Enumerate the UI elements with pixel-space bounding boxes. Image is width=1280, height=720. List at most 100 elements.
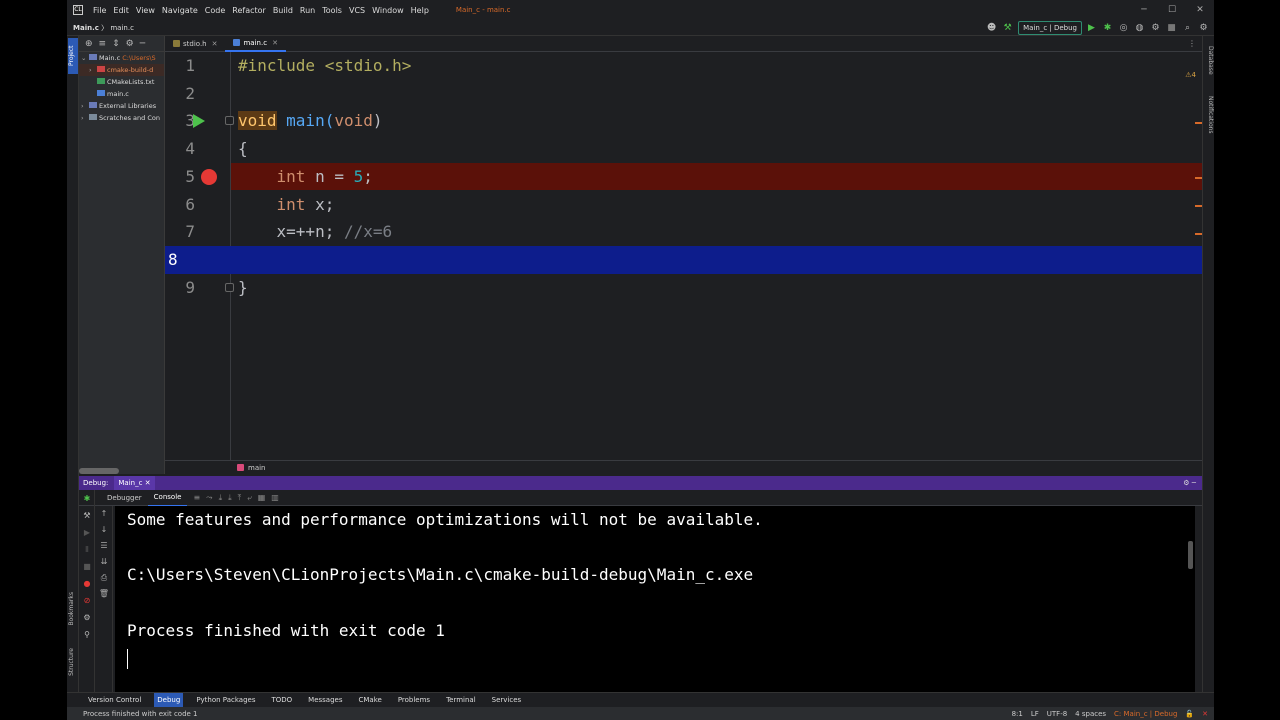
collapse-all-icon[interactable]: ⇕ xyxy=(112,39,120,49)
project-horizontal-scrollbar[interactable] xyxy=(79,468,119,474)
database-tool-button[interactable]: Database xyxy=(1204,46,1214,75)
close-icon[interactable]: ✕ xyxy=(272,35,278,51)
menu-tools[interactable]: Tools xyxy=(322,6,342,15)
tool-terminal[interactable]: Terminal xyxy=(443,693,479,708)
breadcrumb-project[interactable]: Main.c xyxy=(73,24,99,32)
step-into-my-code-icon[interactable]: ⤓ xyxy=(228,493,232,503)
console-input-line[interactable] xyxy=(127,644,1195,672)
notifications-tool-button[interactable]: Notifications xyxy=(1204,96,1214,134)
tab-stdio-h[interactable]: stdio.h ✕ xyxy=(165,36,225,52)
stripe-mark[interactable] xyxy=(1195,205,1202,207)
menu-code[interactable]: Code xyxy=(205,6,225,15)
menu-file[interactable]: File xyxy=(93,6,106,15)
line-separator[interactable]: LF xyxy=(1031,710,1039,718)
tool-debug[interactable]: Debug xyxy=(154,692,184,708)
run-to-cursor-icon[interactable]: ⤶ xyxy=(247,493,251,503)
debug-icon[interactable]: ✱ xyxy=(1101,22,1114,35)
resolve-context[interactable]: C: Main_c | Debug xyxy=(1114,710,1177,718)
menu-build[interactable]: Build xyxy=(273,6,293,15)
hide-icon[interactable]: ─ xyxy=(140,39,145,49)
resume-icon[interactable]: ▶ xyxy=(79,524,95,541)
view-breakpoints-icon[interactable]: ● xyxy=(79,575,95,592)
close-icon[interactable]: ✕ xyxy=(212,36,218,52)
breadcrumb-function[interactable]: main xyxy=(248,464,266,472)
debug-panel-options[interactable]: ⚙ ─ xyxy=(1183,479,1196,487)
tree-item-external-libraries[interactable]: › External Libraries xyxy=(79,100,164,112)
breakpoint-icon[interactable] xyxy=(201,168,217,185)
settings-icon[interactable]: ⚙ xyxy=(1197,22,1210,35)
evaluate-icon[interactable]: ▦ xyxy=(258,493,266,502)
trash-icon[interactable]: 🗑 xyxy=(95,586,113,602)
stop-icon[interactable]: ■ xyxy=(79,558,95,575)
indent-setting[interactable]: 4 spaces xyxy=(1075,710,1106,718)
more-tabs-icon[interactable]: ⋮ xyxy=(1188,39,1196,48)
status-message[interactable]: Process finished with exit code 1 xyxy=(83,710,198,718)
menu-vcs[interactable]: VCS xyxy=(349,6,365,15)
arrow-down-icon[interactable]: ↓ xyxy=(95,522,113,538)
console-vertical-scrollbar[interactable] xyxy=(1188,541,1193,569)
pause-icon[interactable]: Ⅱ xyxy=(79,541,95,558)
layout-icon[interactable]: ▥ xyxy=(271,493,279,502)
menu-navigate[interactable]: Navigate xyxy=(162,6,198,15)
editor-gutter[interactable]: 1 2 3 4 5 6 7 8 9 xyxy=(165,52,234,460)
locate-icon[interactable]: ⊕ xyxy=(85,39,93,49)
lock-icon[interactable]: 🔓 xyxy=(1185,710,1194,718)
account-icon[interactable]: ☻ xyxy=(985,22,998,35)
attach-icon[interactable]: ⚙ xyxy=(1149,22,1162,35)
project-tool-button[interactable]: Project xyxy=(68,38,78,74)
tree-item-cmake-build[interactable]: › cmake-build-d xyxy=(79,64,164,76)
stop-icon[interactable]: ■ xyxy=(1165,22,1178,35)
menu-edit[interactable]: Edit xyxy=(113,6,129,15)
profile-icon[interactable]: ◎ xyxy=(1117,22,1130,35)
mute-breakpoints-icon[interactable]: ⊘ xyxy=(79,592,95,609)
tab-main-c[interactable]: main.c ✕ xyxy=(225,35,286,52)
scroll-to-end-icon[interactable]: ⇊ xyxy=(95,554,113,570)
pin-icon[interactable]: ⚲ xyxy=(79,626,95,643)
bookmarks-tool-button[interactable]: Bookmarks xyxy=(68,592,78,626)
tab-debugger[interactable]: Debugger xyxy=(101,490,148,506)
run-icon[interactable]: ▶ xyxy=(1085,22,1098,35)
tool-todo[interactable]: TODO xyxy=(268,693,295,708)
print-icon[interactable]: ⎙ xyxy=(95,570,113,586)
coverage-icon[interactable]: ◍ xyxy=(1133,22,1146,35)
chevron-right-icon[interactable]: › xyxy=(81,112,89,124)
arrow-up-icon[interactable]: ↑ xyxy=(95,506,113,522)
menu-refactor[interactable]: Refactor xyxy=(232,6,266,15)
expand-all-icon[interactable]: ≡ xyxy=(99,39,107,49)
stripe-mark[interactable] xyxy=(1195,177,1202,179)
tool-python-packages[interactable]: Python Packages xyxy=(193,693,258,708)
run-config-selector[interactable]: Main_c | Debug xyxy=(1018,21,1082,35)
menu-help[interactable]: Help xyxy=(411,6,429,15)
file-encoding[interactable]: UTF-8 xyxy=(1047,710,1067,718)
step-over-icon[interactable]: ⤳ xyxy=(206,493,212,503)
chevron-right-icon[interactable]: › xyxy=(89,64,97,76)
caret-position[interactable]: 8:1 xyxy=(1012,710,1023,718)
settings-icon[interactable]: ⚙ xyxy=(126,39,134,49)
tree-item-scratches[interactable]: › Scratches and Con xyxy=(79,112,164,124)
tool-problems[interactable]: Problems xyxy=(395,693,433,708)
menu-run[interactable]: Run xyxy=(300,6,315,15)
close-window-button[interactable]: ✕ xyxy=(1186,0,1214,20)
tree-item-main-c[interactable]: main.c xyxy=(79,88,164,100)
chevron-down-icon[interactable]: ⌄ xyxy=(81,52,89,64)
rerun-icon[interactable]: ✱ xyxy=(79,490,95,507)
minimize-button[interactable]: ─ xyxy=(1130,0,1158,20)
hammer-icon[interactable]: ⚒ xyxy=(1001,22,1014,35)
menu-icon[interactable]: ≡ xyxy=(193,493,200,502)
soft-wrap-icon[interactable]: ☰ xyxy=(95,538,113,554)
search-icon[interactable]: ⌕ xyxy=(1181,22,1194,35)
settings-icon[interactable]: ⚙ xyxy=(79,609,95,626)
maximize-button[interactable]: ☐ xyxy=(1158,0,1186,20)
stripe-mark[interactable] xyxy=(1195,233,1202,235)
step-out-icon[interactable]: ⤒ xyxy=(238,493,242,503)
error-icon[interactable]: ✕ xyxy=(1202,710,1208,718)
tool-services[interactable]: Services xyxy=(489,693,525,708)
chevron-right-icon[interactable]: › xyxy=(81,100,89,112)
menu-window[interactable]: Window xyxy=(372,6,404,15)
close-icon[interactable]: ✕ xyxy=(145,479,151,487)
stripe-mark[interactable] xyxy=(1195,122,1202,124)
wrench-icon[interactable]: ⚒ xyxy=(79,507,95,524)
step-into-icon[interactable]: ⤓ xyxy=(219,493,223,503)
console-output[interactable]: Some features and performance optimizati… xyxy=(115,506,1195,692)
tree-item-main-c-project[interactable]: ⌄ Main.c C:\Users\S xyxy=(79,52,164,64)
